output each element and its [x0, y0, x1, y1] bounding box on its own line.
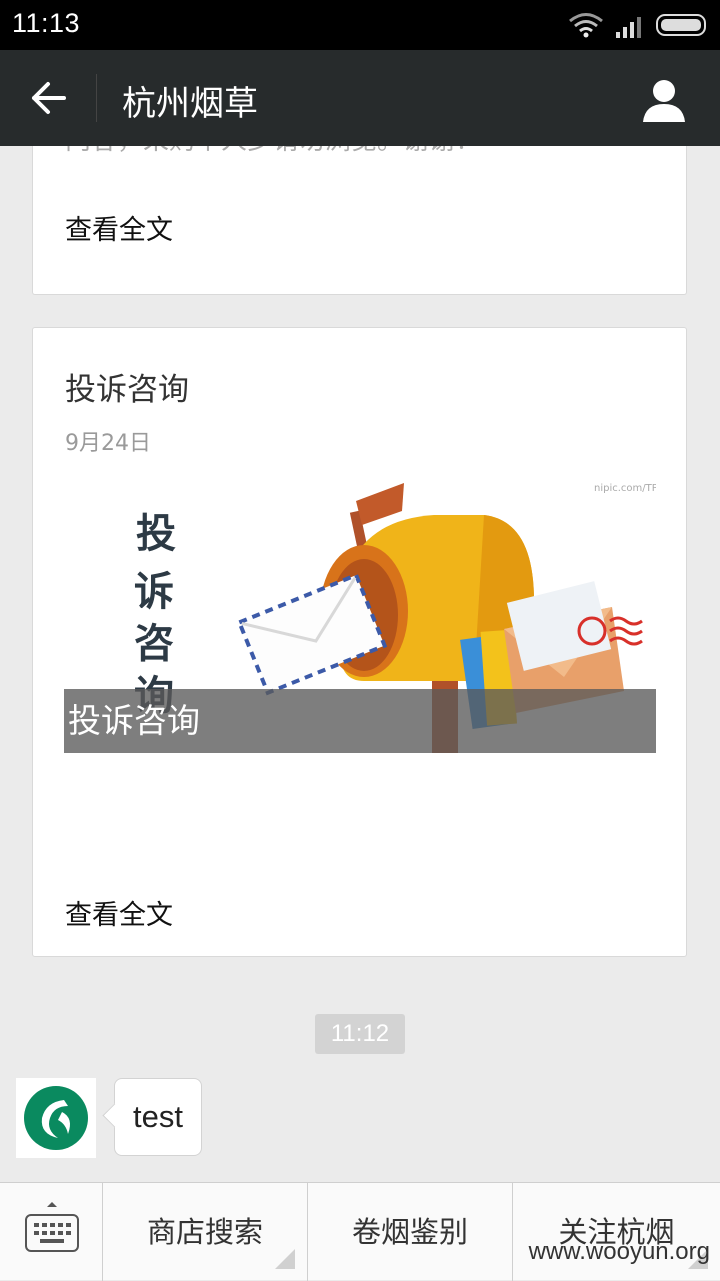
read-more-link[interactable]: 查看全文 — [65, 208, 173, 247]
status-bar: 11:13 — [0, 0, 720, 50]
chat-bubble[interactable]: test — [114, 1078, 202, 1156]
profile-icon[interactable] — [642, 78, 686, 122]
read-more-link[interactable]: 查看全文 — [65, 893, 173, 932]
cover-vertical-char: 诉 — [134, 568, 174, 615]
back-arrow-icon[interactable] — [28, 80, 68, 116]
status-time: 11:13 — [12, 8, 81, 38]
menu-item-label: 商店搜索 — [146, 1215, 263, 1249]
cover-caption: 投诉咨询 — [64, 689, 656, 753]
message-feed[interactable]: 内容，采购个人步请勿浏览。谢谢！ 查看全文 投诉咨询 9月24日 投 诉 咨 询… — [0, 146, 720, 1182]
wifi-icon — [569, 13, 603, 38]
status-icons — [560, 10, 710, 40]
battery-icon — [656, 14, 706, 36]
article-date: 9月24日 — [65, 431, 151, 456]
article-title: 投诉咨询 — [65, 372, 189, 408]
article-card[interactable]: 内容，采购个人步请勿浏览。谢谢！ 查看全文 — [32, 146, 687, 295]
page-title: 杭州烟草 — [122, 84, 258, 124]
keyboard-icon — [25, 1202, 79, 1252]
cover-vertical-char: 咨 — [134, 620, 174, 667]
menu-follow[interactable]: 关注杭烟 — [513, 1183, 720, 1281]
article-cover-image[interactable]: 投 诉 咨 询 nipic.com/TP — [64, 481, 656, 753]
watermark: www.wooyun.org — [528, 1238, 710, 1265]
tobacco-logo-icon — [24, 1086, 88, 1150]
cover-site-mark: nipic.com/TP — [594, 483, 656, 494]
menu-item-label: 卷烟鉴别 — [351, 1215, 468, 1249]
submenu-indicator-icon — [275, 1249, 295, 1269]
menu-cigarette-verify[interactable]: 卷烟鉴别 — [308, 1183, 513, 1281]
title-divider — [96, 74, 97, 122]
time-divider: 11:12 — [315, 1014, 405, 1054]
article-card-complaint[interactable]: 投诉咨询 9月24日 投 诉 咨 询 nipic.com/TP — [32, 327, 687, 957]
title-bar: 杭州烟草 — [0, 50, 720, 146]
article-summary: 内容，采购个人步请勿浏览。谢谢！ — [65, 146, 481, 157]
cover-vertical-char: 投 — [136, 510, 176, 557]
keyboard-toggle-button[interactable] — [0, 1183, 103, 1281]
menu-store-search[interactable]: 商店搜索 — [103, 1183, 308, 1281]
signal-icon — [616, 17, 641, 38]
account-avatar[interactable] — [16, 1078, 96, 1158]
